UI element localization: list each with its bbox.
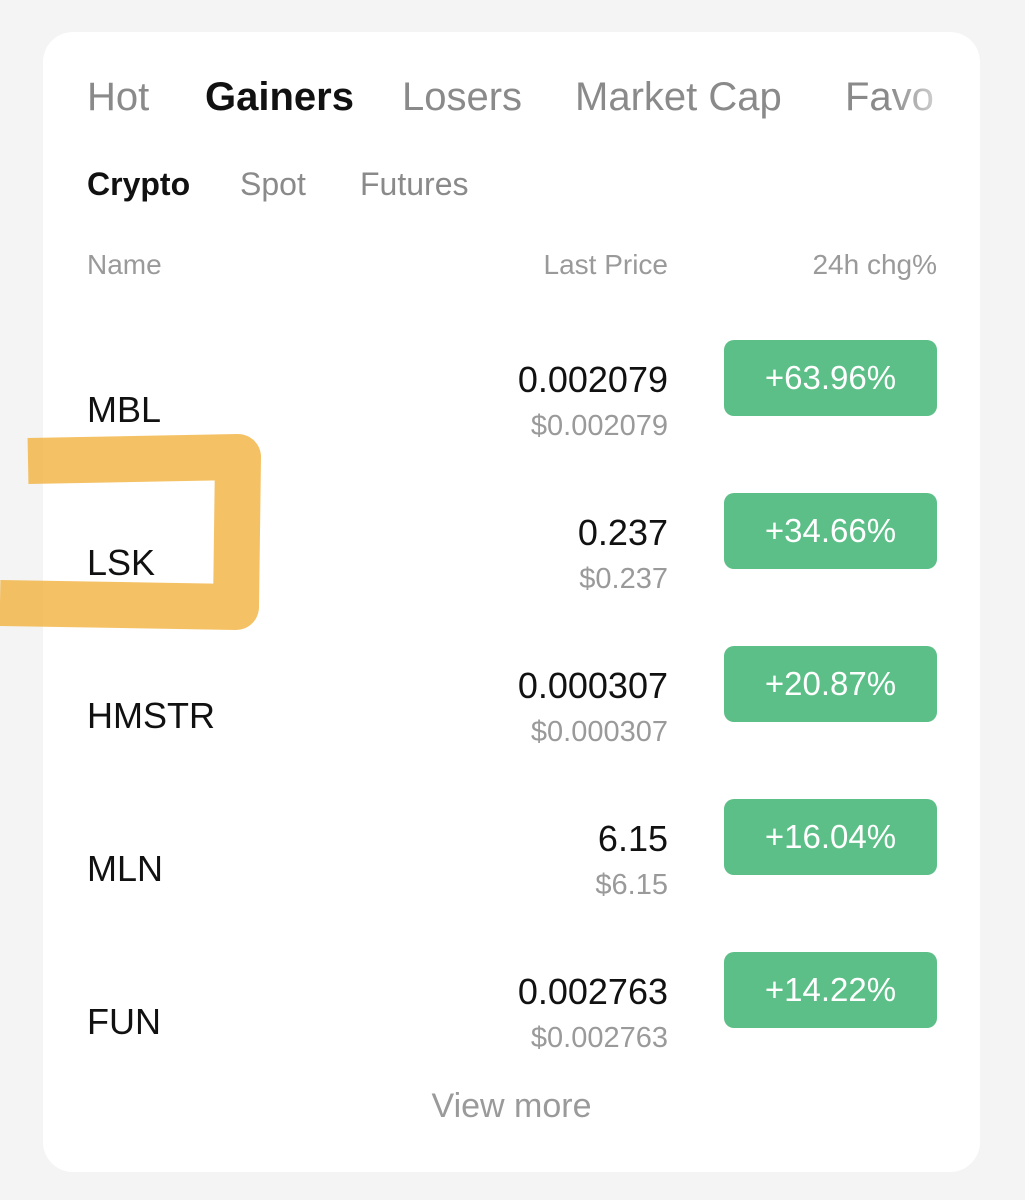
table-row[interactable]: FUN 0.002763 $0.002763 +14.22% — [43, 952, 980, 1106]
tab-market-cap[interactable]: Market Cap — [575, 72, 782, 122]
row-symbol: LSK — [87, 542, 156, 583]
row-usd-price: $6.15 — [595, 869, 668, 901]
column-header-last-price: Last Price — [543, 249, 669, 280]
table-row[interactable]: MBL 0.002079 $0.002079 +63.96% — [43, 340, 980, 494]
row-usd-price: $0.237 — [579, 563, 668, 595]
row-last-price: 0.002763 — [517, 971, 668, 1012]
tab-hot[interactable]: Hot — [87, 72, 149, 122]
subtab-spot[interactable]: Spot — [240, 164, 306, 204]
row-symbol: MLN — [87, 848, 164, 889]
row-last-price: 0.000307 — [517, 665, 668, 706]
row-usd-price: $0.002763 — [530, 1022, 668, 1054]
view-more-link[interactable]: View more — [43, 1086, 980, 1126]
market-card: Hot Gainers Losers Market Cap Favo Crypt… — [43, 32, 980, 1172]
table-row[interactable]: LSK 0.237 $0.237 +34.66% — [43, 493, 980, 647]
column-header-24h-change: 24h chg% — [812, 249, 937, 280]
row-last-price: 0.237 — [577, 512, 668, 553]
tab-losers[interactable]: Losers — [402, 72, 522, 122]
change-badge[interactable]: +16.04% — [724, 799, 937, 875]
table-row[interactable]: HMSTR 0.000307 $0.000307 +20.87% — [43, 646, 980, 800]
row-last-price: 6.15 — [597, 818, 668, 859]
subtab-crypto[interactable]: Crypto — [87, 164, 190, 204]
row-symbol: FUN — [87, 1001, 161, 1042]
change-badge[interactable]: +20.87% — [724, 646, 937, 722]
row-symbol: MBL — [87, 389, 162, 430]
tab-favorites[interactable]: Favo — [845, 72, 934, 122]
row-symbol: HMSTR — [87, 695, 215, 736]
row-usd-price: $0.000307 — [530, 716, 668, 748]
change-badge[interactable]: +63.96% — [724, 340, 937, 416]
tab-gainers[interactable]: Gainers — [205, 72, 354, 122]
row-last-price: 0.002079 — [517, 359, 668, 400]
change-badge[interactable]: +14.22% — [724, 952, 937, 1028]
market-tabs: Hot Gainers Losers Market Cap Favo — [87, 32, 980, 162]
row-usd-price: $0.002079 — [530, 410, 668, 442]
table-row[interactable]: MLN 6.15 $6.15 +16.04% — [43, 799, 980, 953]
column-header-name: Name — [87, 249, 162, 280]
change-badge[interactable]: +34.66% — [724, 493, 937, 569]
subtab-futures[interactable]: Futures — [360, 164, 468, 204]
